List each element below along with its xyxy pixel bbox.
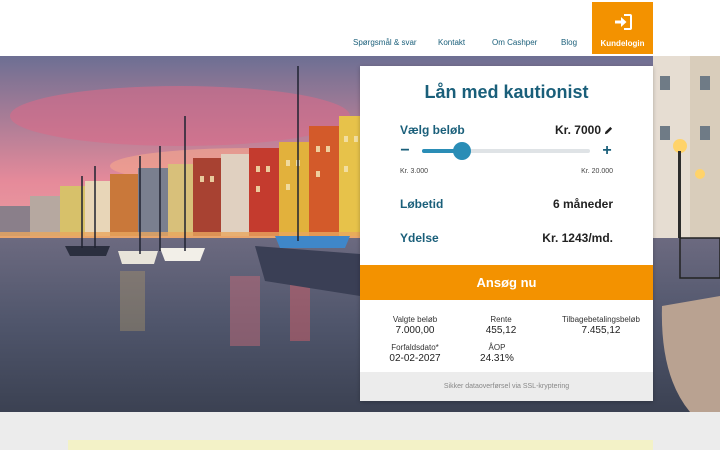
secure-transfer-note: Sikker dataoverførsel via SSL-kryptering — [360, 372, 653, 401]
due-date-label: Forfaldsdato* — [391, 343, 439, 352]
slider-min-label: Kr. 3.000 — [400, 168, 429, 175]
slider-max-label: Kr. 20.000 — [581, 168, 613, 175]
summary-chosen-amount: Valgte beløb 7.000,00 — [380, 315, 450, 336]
loan-calculator-card: Lån med kautionist Vælg beløb Kr. 7000 −… — [360, 66, 653, 401]
summary-aop: ÅOP 24.31% — [462, 343, 532, 364]
apply-now-button[interactable]: Ansøg nu — [360, 265, 653, 300]
payment-label: Ydelse — [400, 231, 439, 245]
aop-value: 24.31% — [480, 353, 514, 364]
info-banner-strip — [68, 440, 653, 450]
customer-login-button[interactable]: Kundelogin — [592, 2, 653, 54]
aop-label: ÅOP — [488, 343, 506, 352]
due-date-value: 02-02-2027 — [389, 353, 441, 364]
nav-about-link[interactable]: Om Cashper — [492, 38, 537, 47]
repayment-value: 7.455,12 — [581, 325, 621, 336]
decrease-amount-button[interactable]: − — [398, 143, 412, 159]
increase-amount-button[interactable]: + — [600, 143, 614, 159]
nav-faq-link[interactable]: Spørgsmål & svar — [353, 38, 417, 47]
amount-value-text: Kr. 7000 — [554, 123, 601, 137]
summary-due-date: Forfaldsdato* 02-02-2027 — [380, 343, 450, 364]
term-label: Løbetid — [400, 197, 444, 211]
term-value: 6 måneder — [552, 197, 613, 211]
nav-blog-link[interactable]: Blog — [561, 38, 577, 47]
amount-slider-track[interactable] — [422, 149, 590, 153]
sign-in-icon — [615, 14, 632, 30]
summary-interest: Rente 455,12 — [466, 315, 536, 336]
nav-contact-link[interactable]: Kontakt — [438, 38, 465, 47]
repayment-label: Tilbagebetalingsbeløb — [562, 315, 640, 324]
pencil-icon[interactable] — [604, 126, 613, 135]
interest-value: 455,12 — [485, 325, 517, 336]
payment-value: Kr. 1243/md. — [542, 231, 613, 245]
site-header: Spørgsmål & svar Kontakt Om Cashper Blog… — [0, 0, 720, 56]
amount-value[interactable]: Kr. 7000 — [555, 123, 613, 137]
chosen-amount-value: 7.000,00 — [395, 325, 435, 336]
interest-label: Rente — [490, 315, 512, 324]
amount-label: Vælg beløb — [400, 123, 465, 137]
amount-slider-thumb[interactable] — [452, 142, 471, 160]
summary-repayment: Tilbagebetalingsbeløb 7.455,12 — [556, 315, 646, 336]
calculator-title: Lån med kautionist — [424, 82, 589, 102]
customer-login-label: Kundelogin — [600, 39, 645, 48]
chosen-amount-label: Valgte beløb — [392, 315, 438, 324]
